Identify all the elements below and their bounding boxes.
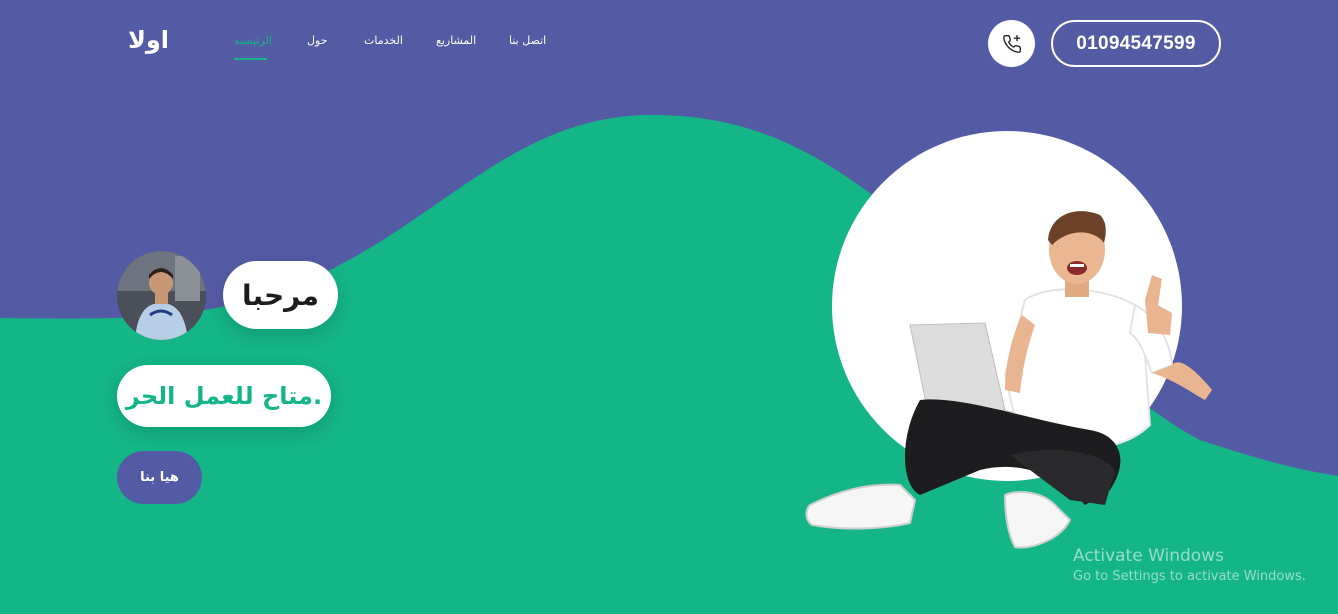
nav-item-contact[interactable]: اتصل بنا — [509, 34, 546, 47]
nav-active-indicator — [234, 58, 267, 60]
site-logo[interactable]: اولا — [128, 26, 169, 54]
watermark-title: Activate Windows — [1073, 546, 1224, 566]
tagline-pill: متاح للعمل الحر. — [117, 365, 331, 427]
phone-number-button[interactable]: 01094547599 — [1051, 20, 1221, 67]
windows-activation-watermark: Activate Windows Go to Settings to activ… — [1073, 546, 1306, 584]
call-button[interactable] — [988, 20, 1035, 67]
nav-item-home[interactable]: الرئيسيه — [234, 34, 272, 47]
watermark-subtitle: Go to Settings to activate Windows. — [1073, 569, 1306, 584]
hero-person-illustration — [805, 211, 1212, 549]
phone-plus-icon — [1002, 34, 1021, 53]
avatar — [117, 251, 206, 340]
nav-item-services[interactable]: الخدمات — [364, 34, 403, 47]
greeting-pill: مرحبا — [223, 261, 338, 329]
cta-button[interactable]: هيا بنا — [117, 451, 202, 504]
nav-item-projects[interactable]: المشاريع — [436, 34, 476, 47]
nav-item-about[interactable]: حول — [307, 34, 327, 47]
